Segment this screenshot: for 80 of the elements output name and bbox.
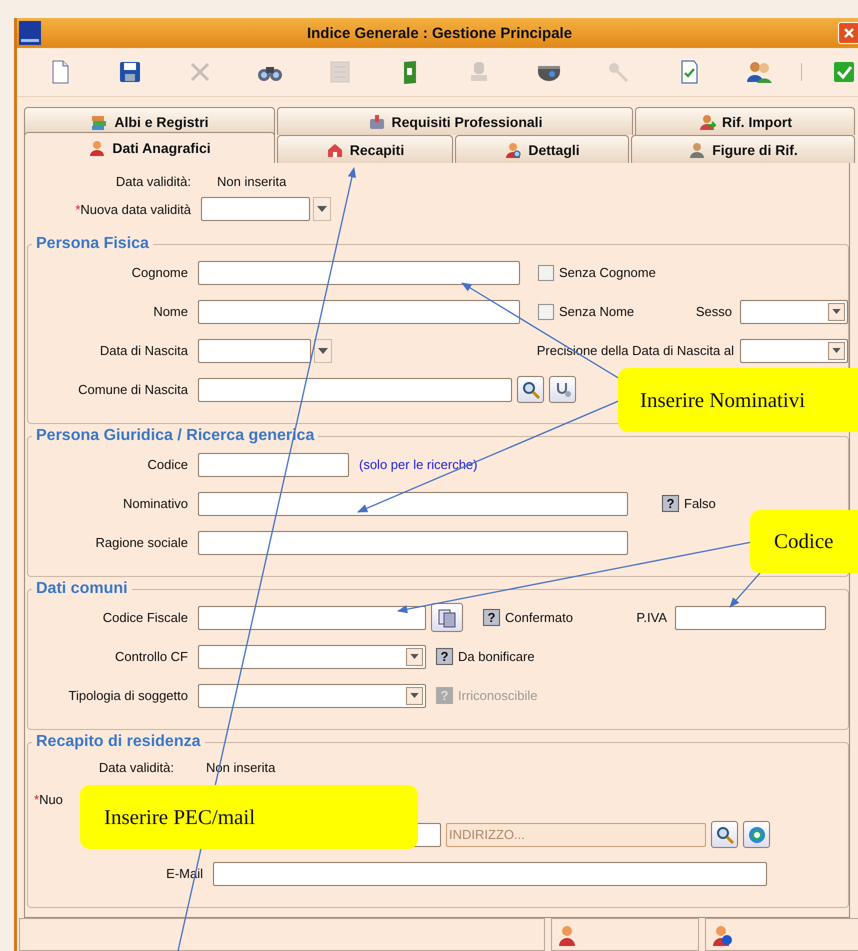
caret-icon	[832, 309, 841, 314]
input-field[interactable]	[213, 862, 767, 886]
field-label: Data di Nascita	[98, 343, 189, 358]
caret-icon	[410, 654, 419, 659]
input-field[interactable]	[198, 260, 520, 284]
checkbox[interactable]: Senza Cognome	[538, 264, 656, 280]
field-value: Non inserita	[216, 174, 286, 188]
caret-icon	[832, 348, 841, 353]
tab[interactable]: Figure di Rif.	[631, 135, 855, 163]
checkbox[interactable]: Senza Nome	[538, 304, 634, 320]
field-label: Controllo CF	[114, 649, 189, 664]
tab[interactable]: Dettagli	[455, 135, 629, 163]
field-label: Nominativo	[122, 496, 189, 511]
input-field[interactable]	[675, 606, 826, 630]
dropdown-button[interactable]	[314, 338, 332, 362]
annotation-tooltip: Inserire Nominativi	[618, 368, 858, 432]
field-label: Sesso	[696, 304, 733, 319]
field-label: Tipologia di soggetto	[68, 688, 189, 703]
user-icon	[88, 139, 106, 157]
tab[interactable]: Rif. Import	[635, 107, 855, 135]
tab[interactable]: Dati Anagrafici	[24, 132, 275, 163]
checkbox[interactable]: ? Confermato	[483, 609, 573, 626]
date-field[interactable]	[198, 338, 311, 362]
user-search-icon	[504, 140, 522, 158]
dropdown-button[interactable]	[313, 197, 331, 221]
input-field[interactable]	[198, 378, 512, 402]
date-field[interactable]	[201, 197, 310, 221]
field-label: Nome	[152, 304, 189, 319]
stethoscope-button[interactable]	[549, 376, 576, 403]
caret-icon	[318, 348, 328, 354]
dropdown[interactable]	[740, 338, 848, 362]
field-label: Data validità:	[114, 174, 192, 188]
annotation-tooltip: Codice	[750, 510, 858, 573]
dropdown[interactable]	[198, 644, 426, 668]
field-label: P.IVA	[636, 610, 668, 625]
close-icon	[843, 27, 855, 39]
tab[interactable]: Albi e Registri	[24, 107, 275, 135]
section-title: Persona Fisica	[35, 235, 150, 253]
input-field[interactable]	[198, 530, 628, 554]
field-label: Comune di Nascita	[77, 382, 189, 397]
section-title: Dati comuni	[35, 580, 129, 598]
dropdown[interactable]	[198, 684, 426, 708]
section-title: Recapito di residenza	[35, 733, 202, 751]
field-label: Cognome	[130, 265, 189, 280]
user-icon	[558, 924, 578, 946]
field-label: *Nuova data validità	[74, 202, 192, 216]
search-button[interactable]	[517, 376, 544, 403]
copy-button[interactable]	[431, 603, 463, 632]
dropdown[interactable]	[740, 300, 848, 324]
field-label: Data validità:	[98, 760, 175, 774]
address-field[interactable]: INDIRIZZO...	[446, 822, 706, 846]
globe-icon	[746, 824, 766, 844]
search-icon	[714, 824, 734, 844]
field-label: Codice	[146, 457, 189, 472]
tab[interactable]: Requisiti Professionali	[277, 107, 633, 135]
input-field[interactable]	[198, 300, 520, 324]
user-icon	[688, 140, 706, 158]
field-label: *Nuo	[33, 792, 64, 806]
input-field[interactable]	[198, 492, 628, 516]
user-info-icon	[712, 924, 732, 946]
app-logo-icon	[19, 21, 41, 45]
folder-icon	[368, 112, 386, 130]
checkbox[interactable]: ? Falso	[662, 495, 716, 512]
input-field[interactable]	[198, 452, 349, 476]
search-icon	[520, 380, 540, 400]
close-button[interactable]	[838, 22, 858, 44]
user-arrow-icon	[698, 112, 716, 130]
caret-icon	[410, 693, 419, 698]
copy-icon	[436, 606, 458, 628]
globe-search-button[interactable]	[743, 821, 770, 848]
field-label: Codice Fiscale	[102, 610, 189, 625]
input-field[interactable]	[198, 606, 426, 630]
toolbar-separator	[801, 63, 802, 81]
annotation-tooltip: Inserire PEC/mail	[80, 785, 418, 849]
search-button[interactable]	[711, 821, 738, 848]
window-title: Indice Generale : Gestione Principale	[306, 24, 574, 42]
tab[interactable]: Recapiti	[277, 135, 453, 163]
checkbox[interactable]: ? Da bonificare	[436, 648, 535, 665]
field-label: Ragione sociale	[94, 535, 189, 550]
caret-icon	[317, 206, 327, 212]
